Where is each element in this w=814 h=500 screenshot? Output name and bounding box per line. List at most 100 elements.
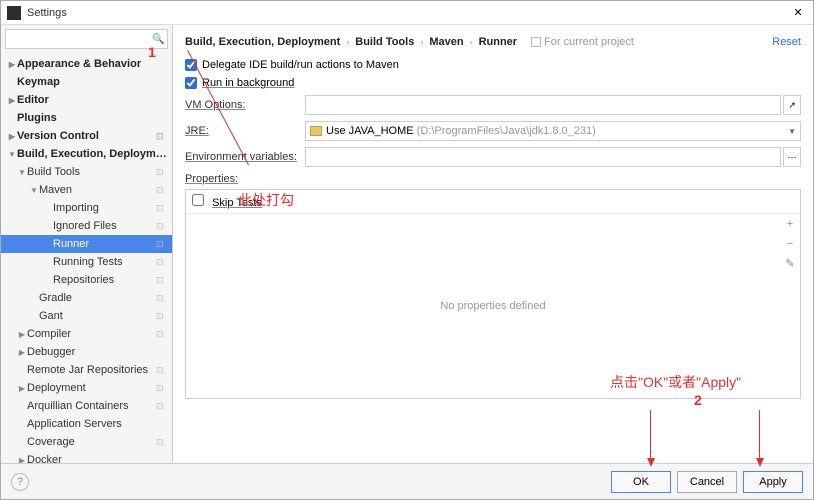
tree-item-build-tools[interactable]: ▼Build Tools⊡ xyxy=(1,163,172,181)
tree-label: Application Servers xyxy=(27,418,168,430)
scope-icon: ⊡ xyxy=(156,203,168,214)
tree-item-build-execution-deployment[interactable]: ▼Build, Execution, Deployment xyxy=(1,145,172,163)
tree-arrow-icon: ▶ xyxy=(7,96,17,105)
scope-icon: ⊡ xyxy=(156,239,168,250)
skip-tests-label: Skip Tests xyxy=(212,197,262,209)
form: Delegate IDE build/run actions to Maven … xyxy=(185,53,801,405)
scope-icon: ⊡ xyxy=(156,131,168,142)
scope-icon: ⊡ xyxy=(156,329,168,340)
ok-button[interactable]: OK xyxy=(611,471,671,493)
browse-icon[interactable]: ⋯ xyxy=(783,147,801,167)
chevron-right-icon: › xyxy=(470,37,473,47)
expand-icon[interactable]: ↗ xyxy=(783,95,801,115)
tree-arrow-icon: ▶ xyxy=(17,456,27,464)
jre-value: Use JAVA_HOME (D:\ProgramFiles\Java\jdk1… xyxy=(326,125,784,137)
main-panel: Build, Execution, Deployment › Build Too… xyxy=(173,25,813,463)
breadcrumb-item[interactable]: Build, Execution, Deployment xyxy=(185,36,340,48)
env-input[interactable] xyxy=(305,147,781,167)
vm-options-input[interactable] xyxy=(305,95,781,115)
tree-arrow-icon: ▼ xyxy=(29,186,39,195)
tree-item-arquillian-containers[interactable]: Arquillian Containers⊡ xyxy=(1,397,172,415)
tree-item-importing[interactable]: Importing⊡ xyxy=(1,199,172,217)
tree-item-ignored-files[interactable]: Ignored Files⊡ xyxy=(1,217,172,235)
tree-item-maven[interactable]: ▼Maven⊡ xyxy=(1,181,172,199)
tree-item-appearance-behavior[interactable]: ▶Appearance & Behavior xyxy=(1,55,172,73)
tree-item-repositories[interactable]: Repositories⊡ xyxy=(1,271,172,289)
vm-options-label: VM Options: xyxy=(185,99,305,111)
scope-icon: ⊡ xyxy=(156,293,168,304)
tree-item-application-servers[interactable]: Application Servers xyxy=(1,415,172,433)
jre-label: JRE: xyxy=(185,125,305,137)
apply-button[interactable]: Apply xyxy=(743,471,803,493)
scope-icon: ⊡ xyxy=(156,311,168,322)
tree-item-keymap[interactable]: Keymap xyxy=(1,73,172,91)
remove-icon[interactable]: − xyxy=(782,236,798,252)
tree-item-gant[interactable]: Gant⊡ xyxy=(1,307,172,325)
search-box[interactable]: 🔍 xyxy=(5,29,168,49)
dialog-body: 🔍 ▶Appearance & BehaviorKeymap▶EditorPlu… xyxy=(1,25,813,463)
edit-icon[interactable]: ✎ xyxy=(782,256,798,272)
delegate-checkbox[interactable] xyxy=(185,59,197,71)
properties-empty-text: No properties defined xyxy=(440,300,545,312)
properties-label: Properties: xyxy=(185,173,801,185)
tree-label: Repositories xyxy=(53,274,156,286)
delegate-label: Delegate IDE build/run actions to Maven xyxy=(202,59,399,71)
jre-select[interactable]: Use JAVA_HOME (D:\ProgramFiles\Java\jdk1… xyxy=(305,121,801,141)
add-icon[interactable]: + xyxy=(782,216,798,232)
breadcrumb-item[interactable]: Build Tools xyxy=(355,36,414,48)
cancel-button[interactable]: Cancel xyxy=(677,471,737,493)
tree-label: Version Control xyxy=(17,130,156,142)
reset-link[interactable]: Reset xyxy=(772,36,801,48)
env-label: Environment variables: xyxy=(185,151,305,163)
tree-item-docker[interactable]: ▶Docker xyxy=(1,451,172,463)
tree-item-editor[interactable]: ▶Editor xyxy=(1,91,172,109)
sidebar: 🔍 ▶Appearance & BehaviorKeymap▶EditorPlu… xyxy=(1,25,173,463)
tree-arrow-icon: ▶ xyxy=(7,60,17,69)
tree-label: Editor xyxy=(17,94,168,106)
tree-item-compiler[interactable]: ▶Compiler⊡ xyxy=(1,325,172,343)
skip-tests-checkbox[interactable] xyxy=(192,194,204,206)
background-checkbox[interactable] xyxy=(185,77,197,89)
tree-label: Deployment xyxy=(27,382,156,394)
chevron-right-icon: › xyxy=(346,37,349,47)
tree-label: Debugger xyxy=(27,346,168,358)
breadcrumb-item: Runner xyxy=(479,36,518,48)
tree-arrow-icon: ▶ xyxy=(7,132,17,141)
tree-label: Build, Execution, Deployment xyxy=(17,148,168,160)
tree-arrow-icon: ▼ xyxy=(17,168,27,177)
tree-item-gradle[interactable]: Gradle⊡ xyxy=(1,289,172,307)
tree-label: Keymap xyxy=(17,76,168,88)
tree-label: Gradle xyxy=(39,292,156,304)
search-input[interactable] xyxy=(10,33,152,45)
tree-item-running-tests[interactable]: Running Tests⊡ xyxy=(1,253,172,271)
tree-item-version-control[interactable]: ▶Version Control⊡ xyxy=(1,127,172,145)
tree-label: Build Tools xyxy=(27,166,156,178)
tree-label: Runner xyxy=(53,238,156,250)
tree-label: Compiler xyxy=(27,328,156,340)
tree-label: Coverage xyxy=(27,436,156,448)
settings-dialog: Settings ✕ 🔍 ▶Appearance & Behavior Keyma… xyxy=(0,0,814,500)
close-icon[interactable]: ✕ xyxy=(789,6,807,19)
tree-label: Docker xyxy=(27,454,168,463)
tree-label: Running Tests xyxy=(53,256,156,268)
scope-icon: ⊡ xyxy=(156,257,168,268)
titlebar: Settings ✕ xyxy=(1,1,813,25)
tree-item-runner[interactable]: Runner⊡ xyxy=(1,235,172,253)
tree-label: Plugins xyxy=(17,112,168,124)
scope-icon: ⊡ xyxy=(156,275,168,286)
tree-arrow-icon: ▼ xyxy=(7,150,17,159)
chevron-right-icon: › xyxy=(420,37,423,47)
breadcrumb-item[interactable]: Maven xyxy=(429,36,463,48)
app-icon xyxy=(7,6,21,20)
tree-arrow-icon: ▶ xyxy=(17,384,27,393)
scope-icon: ⊡ xyxy=(156,365,168,376)
folder-icon xyxy=(310,126,322,136)
tree-label: Maven xyxy=(39,184,156,196)
tree-item-deployment[interactable]: ▶Deployment⊡ xyxy=(1,379,172,397)
properties-area: Skip Tests No properties defined + − ✎ xyxy=(185,189,801,399)
tree-item-remote-jar-repositories[interactable]: Remote Jar Repositories⊡ xyxy=(1,361,172,379)
tree-item-plugins[interactable]: Plugins xyxy=(1,109,172,127)
tree-item-debugger[interactable]: ▶Debugger xyxy=(1,343,172,361)
help-icon[interactable]: ? xyxy=(11,473,29,491)
tree-item-coverage[interactable]: Coverage⊡ xyxy=(1,433,172,451)
